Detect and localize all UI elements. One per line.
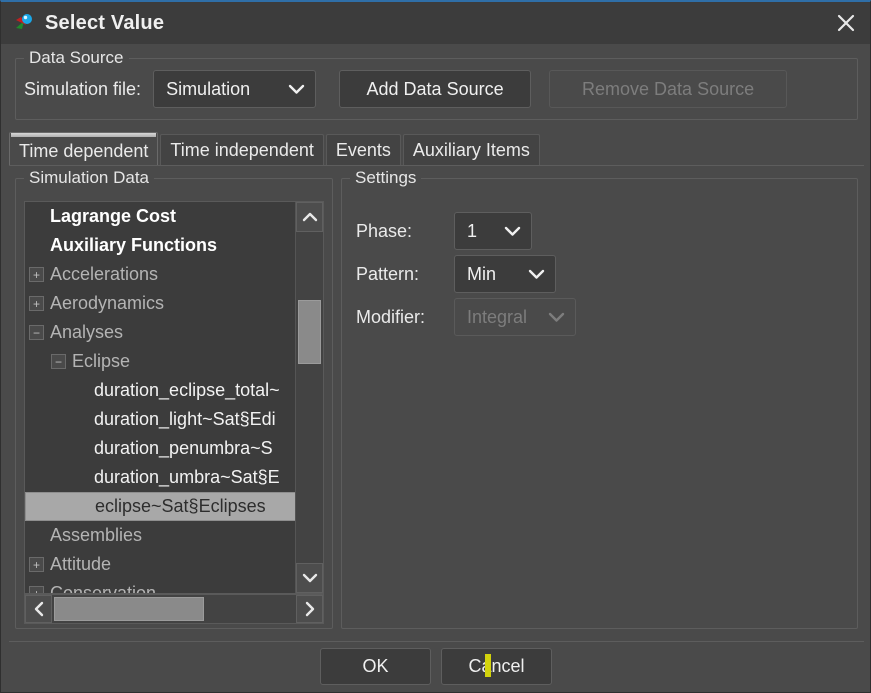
tree-row[interactable]: + Conservation (25, 579, 307, 593)
cancel-button[interactable]: Cancel (441, 648, 552, 685)
phase-select[interactable]: 1 (454, 212, 532, 250)
vertical-scroll-thumb[interactable] (298, 300, 321, 364)
title-bar: Select Value (1, 2, 870, 44)
data-source-row: Simulation file: Simulation Add Data Sou… (16, 59, 857, 119)
tree-item-label: duration_umbra~Sat§E (94, 467, 280, 487)
tree-item-label: Conservation (50, 583, 157, 593)
settings-group: Settings Phase: 1 Pattern: Min Modifier: (341, 168, 858, 629)
tree-item-label: duration_light~Sat§Edi (94, 409, 276, 429)
expand-icon[interactable]: + (29, 557, 44, 572)
tree-spacer-icon (74, 499, 89, 514)
tree-row[interactable]: − Analyses (25, 318, 307, 347)
simulation-data-group: Simulation Data Lagrange Cost Auxiliary F… (15, 168, 333, 629)
horizontal-scroll-thumb[interactable] (54, 597, 204, 621)
scroll-left-icon[interactable] (25, 595, 52, 623)
tree-spacer-icon (73, 441, 88, 456)
tab-content-divider (9, 165, 864, 166)
data-source-group: Data Source Simulation file: Simulation … (15, 48, 858, 120)
collapse-icon[interactable]: − (29, 325, 44, 340)
remove-data-source-button: Remove Data Source (549, 70, 788, 108)
tree-row[interactable]: Auxiliary Functions (25, 231, 307, 260)
tree-row[interactable]: duration_light~Sat§Edi (25, 405, 307, 434)
app-logo-icon (13, 12, 35, 34)
tree-row-container: Lagrange Cost Auxiliary Functions + Acceler… (25, 202, 307, 593)
tree-row[interactable]: duration_umbra~Sat§E (25, 463, 307, 492)
tab-events[interactable]: Events (325, 134, 401, 166)
modifier-label: Modifier: (356, 306, 426, 327)
simulation-file-label: Simulation file: (24, 78, 142, 99)
tab-auxiliary-items[interactable]: Auxiliary Items (402, 134, 540, 166)
expand-icon[interactable]: + (29, 267, 44, 282)
tree-row[interactable]: duration_penumbra~S (25, 434, 307, 463)
text-caret-artifact (485, 654, 491, 677)
tab-strip: Time dependent Time independent Events A… (9, 132, 864, 166)
tree-item-label: Analyses (50, 322, 124, 342)
simulation-data-group-label: Simulation Data (24, 168, 155, 188)
tree-row[interactable]: eclipse~Sat§Eclipses (25, 492, 307, 521)
tab-time-independent[interactable]: Time independent (160, 134, 324, 166)
tree-item-label: Lagrange Cost (50, 206, 177, 226)
tree-spacer-icon (73, 383, 88, 398)
tree-row[interactable]: duration_eclipse_total~ (25, 376, 307, 405)
scroll-down-icon[interactable] (296, 563, 323, 593)
footer-divider (9, 641, 864, 642)
modifier-select: Integral (454, 298, 576, 336)
tree-row[interactable]: + Attitude (25, 550, 307, 579)
tree-horizontal-scrollbar[interactable] (24, 594, 324, 624)
chevron-down-icon (528, 268, 545, 280)
close-icon[interactable] (822, 2, 870, 44)
chevron-down-icon (548, 311, 565, 323)
tree-item-label: Attitude (50, 554, 112, 574)
pattern-select[interactable]: Min (454, 255, 556, 293)
modifier-value: Integral (467, 306, 528, 327)
collapse-icon[interactable]: − (51, 354, 66, 369)
tree-spacer-icon (73, 470, 88, 485)
settings-group-label: Settings (350, 168, 422, 188)
chevron-down-icon (288, 83, 305, 95)
expand-icon[interactable]: + (29, 296, 44, 311)
tree-item-label: Eclipse (72, 351, 131, 371)
phase-label: Phase: (356, 220, 413, 241)
phase-value: 1 (467, 220, 478, 241)
tree-spacer-icon (29, 528, 44, 543)
tab-time-dependent-label: Time dependent (19, 140, 149, 161)
expand-icon[interactable]: + (29, 586, 44, 593)
add-data-source-button[interactable]: Add Data Source (339, 70, 532, 108)
tree-item-label: Accelerations (50, 264, 159, 284)
tree-row[interactable]: − Eclipse (25, 347, 307, 376)
tree-item-label: Aerodynamics (50, 293, 165, 313)
simulation-file-value: Simulation (166, 78, 251, 99)
tree-item-label: eclipse~Sat§Eclipses (95, 496, 266, 516)
tab-events-label: Events (335, 140, 391, 160)
modifier-row: Modifier: Integral (356, 298, 576, 336)
simulation-data-tree[interactable]: Lagrange Cost Auxiliary Functions + Acceler… (24, 201, 324, 594)
scroll-up-icon[interactable] (296, 202, 323, 232)
select-value-dialog: Select Value Data Source Simulation file… (0, 0, 871, 693)
tree-item-label: duration_eclipse_total~ (94, 380, 280, 400)
tab-auxiliary-items-label: Auxiliary Items (412, 140, 530, 160)
simulation-file-select[interactable]: Simulation (153, 70, 317, 108)
tree-vertical-scrollbar[interactable] (295, 202, 323, 593)
tree-spacer-icon (73, 412, 88, 427)
scroll-right-icon[interactable] (296, 595, 323, 623)
pattern-label: Pattern: (356, 263, 420, 284)
pattern-value: Min (467, 263, 497, 284)
tab-time-dependent[interactable]: Time dependent (9, 132, 159, 166)
ok-button[interactable]: OK (320, 648, 431, 685)
tree-spacer-icon (29, 209, 44, 224)
tree-row[interactable]: Lagrange Cost (25, 202, 307, 231)
page-title: Select Value (45, 11, 165, 34)
tree-item-label: Assemblies (50, 525, 143, 545)
tree-item-label: Auxiliary Functions (50, 235, 218, 255)
tree-item-label: duration_penumbra~S (94, 438, 273, 458)
tree-spacer-icon (29, 238, 44, 253)
tab-time-independent-label: Time independent (170, 140, 314, 160)
tree-row[interactable]: + Accelerations (25, 260, 307, 289)
chevron-down-icon (504, 225, 521, 237)
pattern-row: Pattern: Min (356, 255, 556, 293)
phase-row: Phase: 1 (356, 212, 532, 250)
tree-row[interactable]: + Aerodynamics (25, 289, 307, 318)
tree-row[interactable]: Assemblies (25, 521, 307, 550)
